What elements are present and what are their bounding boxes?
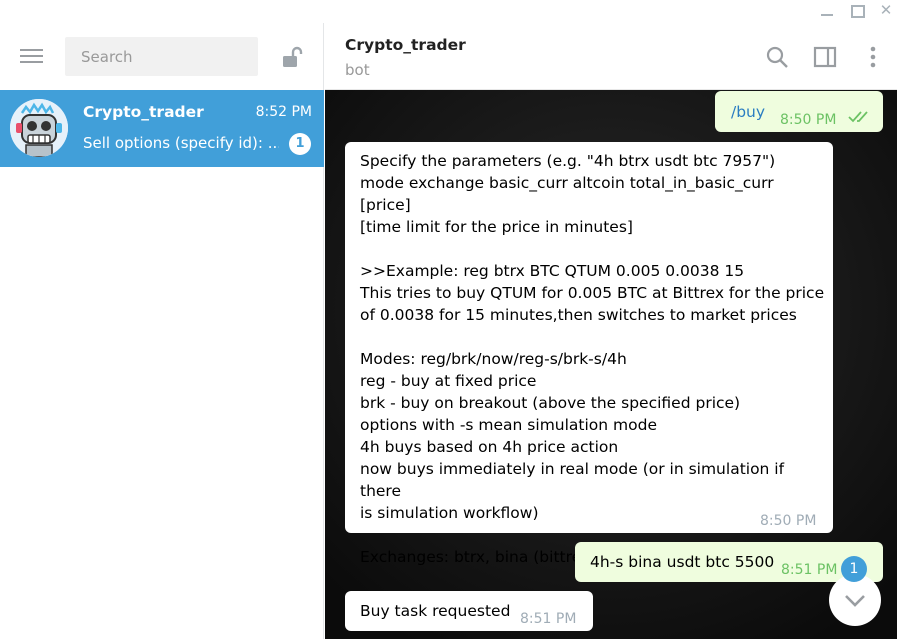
unread-badge: 1 — [289, 133, 311, 155]
message-time: 8:50 PM — [760, 513, 817, 529]
message-history[interactable]: /buy 8:50 PM Specify the parameters (e.g… — [325, 90, 897, 639]
chat-name: Crypto_trader — [83, 103, 204, 121]
hamburger-icon[interactable] — [20, 47, 43, 65]
chat-header: Crypto_trader bot — [325, 23, 897, 90]
message-incoming[interactable]: Buy task requested 8:51 PM — [345, 591, 593, 631]
chat-title[interactable]: Crypto_trader — [345, 36, 466, 54]
more-vertical-icon[interactable] — [861, 45, 885, 69]
search-input[interactable] — [65, 37, 258, 76]
window-titlebar: ✕ — [0, 0, 897, 23]
chat-status: bot — [345, 61, 370, 79]
maximize-icon[interactable] — [848, 3, 866, 19]
close-icon[interactable]: ✕ — [877, 3, 895, 19]
search-icon[interactable] — [765, 45, 789, 69]
message-text: 4h-s bina usdt btc 5500 — [590, 553, 775, 571]
message-incoming[interactable]: Specify the parameters (e.g. "4h btrx us… — [345, 142, 833, 566]
scroll-unread-badge: 1 — [841, 556, 867, 582]
message-time: 8:51 PM — [520, 611, 577, 627]
chat-time: 8:52 PM — [255, 104, 312, 120]
avatar — [10, 99, 68, 157]
chat-preview: Sell options (specify id): ... — [83, 134, 279, 152]
double-check-icon — [848, 111, 868, 123]
side-panel-icon[interactable] — [813, 45, 837, 69]
minimize-icon[interactable] — [818, 3, 836, 19]
sidebar-top-bar — [0, 23, 324, 90]
message-text: Specify the parameters (e.g. "4h btrx us… — [360, 152, 825, 566]
unlock-icon[interactable] — [281, 45, 303, 69]
sidebar: Crypto_trader 8:52 PM Sell options (spec… — [0, 23, 324, 639]
message-time: 8:50 PM — [780, 112, 837, 128]
bot-command-link[interactable]: /buy — [731, 101, 765, 123]
chat-list-item[interactable]: Crypto_trader 8:52 PM Sell options (spec… — [0, 90, 324, 167]
message-text: Buy task requested — [360, 602, 511, 620]
message-outgoing[interactable]: /buy 8:50 PM — [715, 91, 883, 132]
